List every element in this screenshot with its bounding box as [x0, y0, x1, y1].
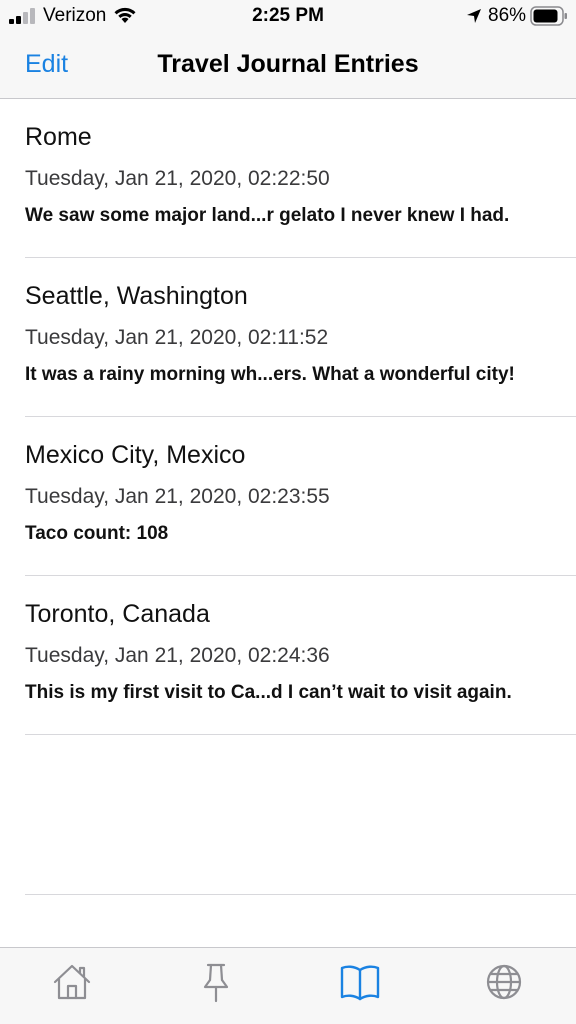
journal-entry-row[interactable]: Toronto, Canada Tuesday, Jan 21, 2020, 0… — [0, 576, 576, 735]
journal-entry-row[interactable]: Seattle, Washington Tuesday, Jan 21, 202… — [0, 258, 576, 417]
empty-list-row — [0, 735, 576, 895]
tab-world[interactable] — [482, 960, 526, 1004]
entry-title: Mexico City, Mexico — [25, 441, 246, 469]
battery-icon — [530, 6, 567, 26]
entry-title: Rome — [25, 123, 92, 151]
book-icon — [340, 965, 380, 1001]
entry-date: Tuesday, Jan 21, 2020, 02:24:36 — [25, 644, 330, 667]
page-title: Travel Journal Entries — [157, 50, 419, 78]
entry-date: Tuesday, Jan 21, 2020, 02:23:55 — [25, 485, 330, 508]
tab-pins[interactable] — [194, 960, 238, 1004]
entry-snippet: This is my first visit to Ca...d I can’t… — [25, 682, 512, 703]
battery-percentage: 86% — [488, 5, 527, 26]
screen: Verizon 2:25 PM 86% Edit Travel Journal … — [0, 0, 576, 1024]
journal-entry-list: Rome Tuesday, Jan 21, 2020, 02:22:50 We … — [0, 99, 576, 895]
entry-title: Toronto, Canada — [25, 600, 210, 628]
tab-journal[interactable] — [338, 960, 382, 1004]
entry-date: Tuesday, Jan 21, 2020, 02:11:52 — [25, 326, 329, 349]
location-arrow-icon — [467, 9, 481, 23]
pushpin-icon — [203, 963, 229, 1003]
entry-snippet: We saw some major land...r gelato I neve… — [25, 205, 510, 226]
tab-home[interactable] — [50, 960, 94, 1004]
journal-entry-row[interactable]: Rome Tuesday, Jan 21, 2020, 02:22:50 We … — [0, 99, 576, 258]
globe-icon — [486, 964, 522, 1000]
entry-date: Tuesday, Jan 21, 2020, 02:22:50 — [25, 167, 330, 190]
journal-entry-row[interactable]: Mexico City, Mexico Tuesday, Jan 21, 202… — [0, 417, 576, 576]
row-divider — [25, 894, 576, 895]
entry-title: Seattle, Washington — [25, 282, 248, 310]
navigation-bar: Edit Travel Journal Entries — [0, 34, 576, 99]
home-icon — [53, 964, 91, 1000]
entry-snippet: Taco count: 108 — [25, 523, 169, 544]
tab-bar — [0, 947, 576, 1024]
status-bar: Verizon 2:25 PM 86% — [0, 0, 576, 34]
entry-snippet: It was a rainy morning wh...ers. What a … — [25, 364, 515, 385]
